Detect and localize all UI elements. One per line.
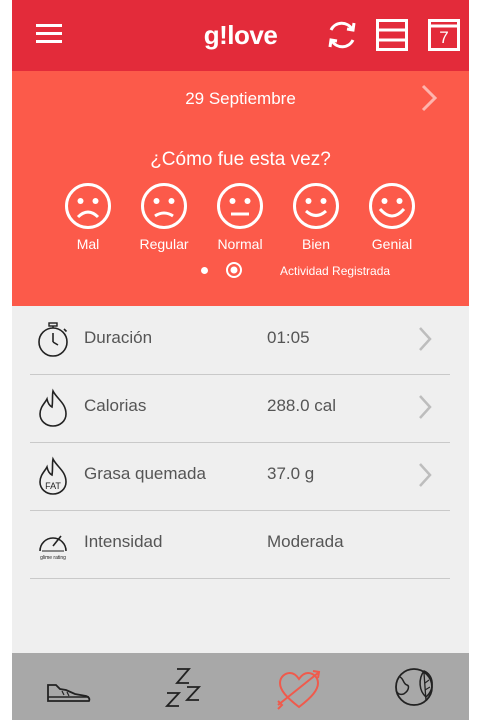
fat-label: FAT bbox=[45, 481, 61, 491]
chevron-right-icon bbox=[419, 327, 432, 351]
globe-leaf-icon bbox=[395, 668, 433, 706]
chevron-right-icon bbox=[419, 463, 432, 487]
heart-arrow-icon bbox=[277, 670, 321, 710]
mood-question: ¿Cómo fue esta vez? bbox=[150, 149, 331, 170]
sync-icon[interactable] bbox=[325, 18, 359, 52]
gauge-icon: glime rating bbox=[39, 535, 67, 561]
sad-face-icon bbox=[141, 183, 187, 229]
top-bar: g!love 7 bbox=[12, 0, 469, 71]
calendar-button[interactable]: 7 bbox=[428, 19, 460, 51]
logo-prefix: g bbox=[203, 20, 220, 50]
stat-label: Calorias bbox=[84, 396, 147, 415]
stat-row-intensity: glime rating Intensidad Moderada bbox=[30, 510, 450, 579]
stat-value: 288.0 cal bbox=[267, 396, 336, 415]
mood-option-mal[interactable]: Mal bbox=[50, 182, 126, 252]
stat-label: Intensidad bbox=[84, 532, 163, 551]
stat-row-fat-burned[interactable]: FAT Grasa quemada 37.0 g bbox=[30, 442, 450, 511]
big-smile-face-icon bbox=[369, 183, 415, 229]
bottom-navigation bbox=[12, 653, 469, 720]
mood-label: Genial bbox=[371, 236, 413, 252]
stat-label: Duración bbox=[84, 328, 153, 347]
mood-label: Bien bbox=[301, 236, 331, 252]
next-date-chevron-icon[interactable] bbox=[420, 84, 438, 112]
calendar-day: 7 bbox=[439, 28, 449, 47]
stat-value: 37.0 g bbox=[267, 464, 315, 483]
mood-option-genial[interactable]: Genial bbox=[354, 182, 430, 252]
page-dot[interactable] bbox=[201, 267, 208, 274]
smile-face-icon bbox=[293, 183, 339, 229]
mood-label: Mal bbox=[76, 236, 100, 252]
very-sad-face-icon bbox=[65, 183, 111, 229]
flame-icon bbox=[39, 388, 67, 427]
nav-world-tab[interactable] bbox=[381, 661, 451, 713]
mood-option-normal[interactable]: Normal bbox=[202, 182, 278, 252]
stat-label: Grasa quemada bbox=[84, 464, 206, 483]
app-screen: g!love 7 29 Septiembre ¿Cómo fue esta ve… bbox=[12, 0, 469, 720]
mood-label: Regular bbox=[139, 236, 189, 252]
chevron-right-icon bbox=[419, 395, 432, 419]
stat-value: 01:05 bbox=[267, 328, 310, 347]
stat-value: Moderada bbox=[267, 532, 344, 551]
neutral-face-icon bbox=[217, 183, 263, 229]
sneaker-icon bbox=[47, 684, 91, 702]
list-view-icon[interactable] bbox=[376, 19, 408, 51]
session-date: 29 Septiembre bbox=[185, 89, 296, 108]
stopwatch-icon bbox=[38, 322, 68, 357]
nav-activity-tab[interactable] bbox=[34, 661, 104, 713]
mood-option-regular[interactable]: Regular bbox=[126, 182, 202, 252]
stat-row-duration[interactable]: Duración 01:05 bbox=[30, 306, 450, 375]
page-dot-active[interactable] bbox=[225, 261, 243, 279]
nav-sleep-tab[interactable] bbox=[149, 661, 219, 713]
logo-suffix: love bbox=[227, 20, 278, 50]
mood-label: Normal bbox=[217, 236, 263, 252]
stat-row-calories[interactable]: Calorias 288.0 cal bbox=[30, 374, 450, 443]
activity-status: Actividad Registrada bbox=[280, 264, 391, 278]
sleep-zzz-icon bbox=[164, 668, 202, 707]
nav-love-tab[interactable] bbox=[268, 661, 338, 713]
fat-flame-icon: FAT bbox=[39, 456, 67, 495]
gauge-caption: glime rating bbox=[40, 555, 66, 561]
mood-option-bien[interactable]: Bien bbox=[278, 182, 354, 252]
